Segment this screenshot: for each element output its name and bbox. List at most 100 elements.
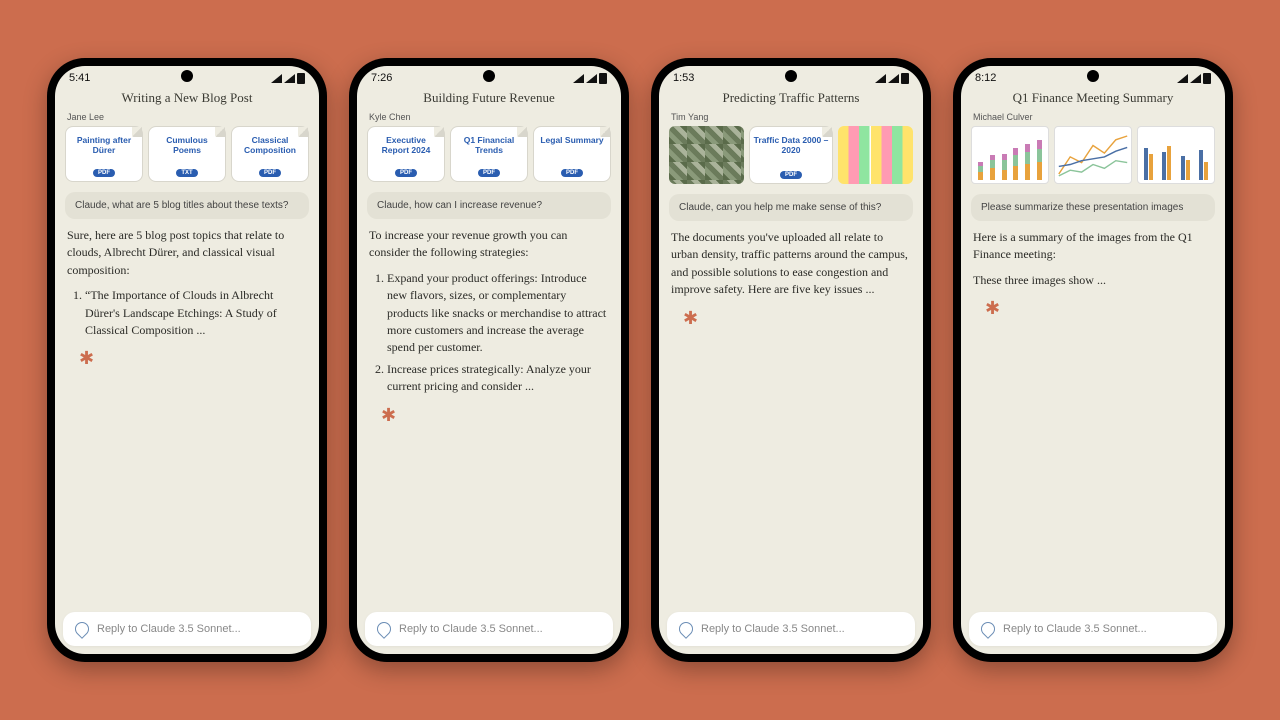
author-label: Tim Yang <box>659 112 923 126</box>
attachment-icon[interactable] <box>978 619 998 639</box>
status-icons <box>1177 73 1211 84</box>
status-icons <box>875 73 909 84</box>
reply-input[interactable]: Reply to Claude 3.5 Sonnet... <box>63 612 311 646</box>
file-badge: PDF <box>780 171 802 179</box>
attachment-doc[interactable]: Traffic Data 2000 – 2020 PDF <box>749 126 834 184</box>
author-label: Michael Culver <box>961 112 1225 126</box>
attachment-doc[interactable]: Executive Report 2024 PDF <box>367 126 445 182</box>
loading-spark-icon <box>985 299 1001 315</box>
page-title: Writing a New Blog Post <box>55 86 319 112</box>
user-prompt: Claude, what are 5 blog titles about the… <box>65 192 309 219</box>
loading-spark-icon <box>79 349 95 365</box>
attachment-row: Executive Report 2024 PDF Q1 Financial T… <box>357 126 621 188</box>
signal-icon <box>586 74 597 83</box>
clock: 7:26 <box>371 72 392 84</box>
status-icons <box>573 73 607 84</box>
attachment-icon[interactable] <box>374 619 394 639</box>
page-title: Predicting Traffic Patterns <box>659 86 923 112</box>
loading-spark-icon <box>381 406 397 422</box>
file-badge: PDF <box>395 169 417 177</box>
loading-spark-icon <box>683 309 699 325</box>
attachment-doc[interactable]: Cumulous Poems TXT <box>148 126 226 182</box>
signal-icon <box>1177 74 1188 83</box>
battery-icon <box>1203 73 1211 84</box>
doc-title: Legal Summary <box>540 135 603 145</box>
clock: 1:53 <box>673 72 694 84</box>
doc-title: Executive Report 2024 <box>372 135 440 155</box>
attachment-chart-line[interactable] <box>1054 126 1132 184</box>
attachment-image-postits[interactable] <box>838 126 913 184</box>
screen: 5:41 Writing a New Blog Post Jane Lee Pa… <box>55 66 319 654</box>
response-text: Sure, here are 5 blog post topics that r… <box>67 227 307 279</box>
input-placeholder: Reply to Claude 3.5 Sonnet... <box>1003 623 1147 635</box>
attachment-row <box>961 126 1225 190</box>
clock: 8:12 <box>975 72 996 84</box>
attachment-doc[interactable]: Legal Summary PDF <box>533 126 611 182</box>
phone-frame: 8:12 Q1 Finance Meeting Summary Michael … <box>953 58 1233 662</box>
reply-input[interactable]: Reply to Claude 3.5 Sonnet... <box>365 612 613 646</box>
signal-icon <box>271 74 282 83</box>
attachment-chart-stacked-bar[interactable] <box>971 126 1049 184</box>
attachment-row: Traffic Data 2000 – 2020 PDF <box>659 126 923 190</box>
response-text: Here is a summary of the images from the… <box>973 229 1213 264</box>
screen: 8:12 Q1 Finance Meeting Summary Michael … <box>961 66 1225 654</box>
signal-icon <box>284 74 295 83</box>
author-label: Kyle Chen <box>357 112 621 126</box>
assistant-response: The documents you've uploaded all relate… <box>659 229 923 604</box>
user-prompt: Claude, how can I increase revenue? <box>367 192 611 219</box>
doc-title: Traffic Data 2000 – 2020 <box>754 135 829 155</box>
attachment-icon[interactable] <box>72 619 92 639</box>
phone-frame: 7:26 Building Future Revenue Kyle Chen E… <box>349 58 629 662</box>
user-prompt: Please summarize these presentation imag… <box>971 194 1215 221</box>
reply-input[interactable]: Reply to Claude 3.5 Sonnet... <box>969 612 1217 646</box>
phone-frame: 5:41 Writing a New Blog Post Jane Lee Pa… <box>47 58 327 662</box>
clock: 5:41 <box>69 72 90 84</box>
file-badge: TXT <box>176 169 197 177</box>
file-badge: PDF <box>478 169 500 177</box>
input-placeholder: Reply to Claude 3.5 Sonnet... <box>701 623 845 635</box>
reply-input[interactable]: Reply to Claude 3.5 Sonnet... <box>667 612 915 646</box>
doc-title: Painting after Dürer <box>70 135 138 155</box>
battery-icon <box>599 73 607 84</box>
doc-title: Cumulous Poems <box>153 135 221 155</box>
user-prompt: Claude, can you help me make sense of th… <box>669 194 913 221</box>
signal-icon <box>875 74 886 83</box>
signal-icon <box>1190 74 1201 83</box>
attachment-doc[interactable]: Classical Composition PDF <box>231 126 309 182</box>
attachment-doc[interactable]: Painting after Dürer PDF <box>65 126 143 182</box>
signal-icon <box>888 74 899 83</box>
assistant-response: To increase your revenue growth you can … <box>357 227 621 604</box>
response-list-item: “The Importance of Clouds in Albrecht Dü… <box>85 287 307 339</box>
status-icons <box>271 73 305 84</box>
input-placeholder: Reply to Claude 3.5 Sonnet... <box>399 623 543 635</box>
attachment-icon[interactable] <box>676 619 696 639</box>
file-badge: PDF <box>561 169 583 177</box>
attachment-chart-grouped-bar[interactable] <box>1137 126 1215 184</box>
doc-title: Q1 Financial Trends <box>455 135 523 155</box>
attachment-image-aerial[interactable] <box>669 126 744 184</box>
response-text: The documents you've uploaded all relate… <box>671 229 911 299</box>
camera-notch <box>785 70 797 82</box>
response-text: To increase your revenue growth you can … <box>369 227 609 262</box>
input-placeholder: Reply to Claude 3.5 Sonnet... <box>97 623 241 635</box>
file-badge: PDF <box>93 169 115 177</box>
camera-notch <box>181 70 193 82</box>
battery-icon <box>297 73 305 84</box>
camera-notch <box>483 70 495 82</box>
assistant-response: Here is a summary of the images from the… <box>961 229 1225 604</box>
battery-icon <box>901 73 909 84</box>
page-title: Building Future Revenue <box>357 86 621 112</box>
file-badge: PDF <box>259 169 281 177</box>
response-list-item: Increase prices strategically: Analyze y… <box>387 361 609 396</box>
doc-title: Classical Composition <box>236 135 304 155</box>
response-text: These three images show ... <box>973 272 1213 289</box>
screen: 1:53 Predicting Traffic Patterns Tim Yan… <box>659 66 923 654</box>
signal-icon <box>573 74 584 83</box>
author-label: Jane Lee <box>55 112 319 126</box>
page-title: Q1 Finance Meeting Summary <box>961 86 1225 112</box>
response-list-item: Expand your product offerings: Introduce… <box>387 270 609 357</box>
phone-frame: 1:53 Predicting Traffic Patterns Tim Yan… <box>651 58 931 662</box>
assistant-response: Sure, here are 5 blog post topics that r… <box>55 227 319 604</box>
attachment-row: Painting after Dürer PDF Cumulous Poems … <box>55 126 319 188</box>
attachment-doc[interactable]: Q1 Financial Trends PDF <box>450 126 528 182</box>
